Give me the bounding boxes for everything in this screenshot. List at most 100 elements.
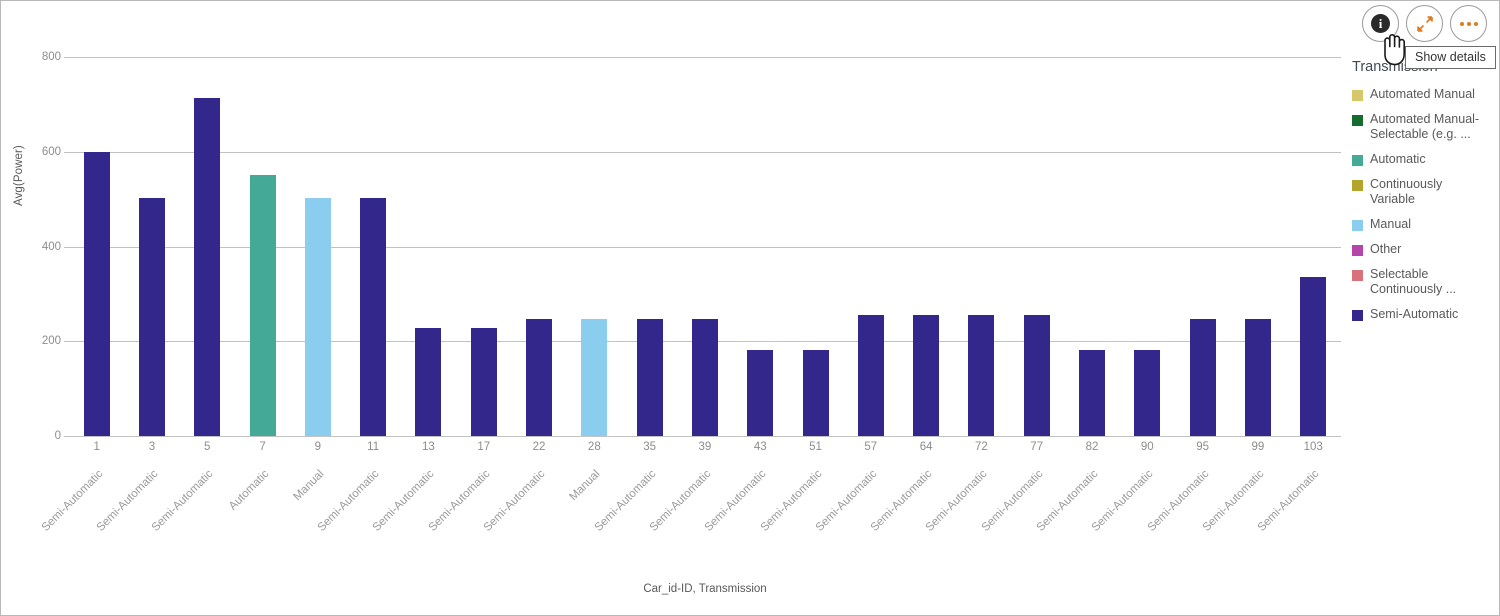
- bar-slot[interactable]: [180, 57, 235, 436]
- x-tick-id-label[interactable]: 82: [1064, 441, 1119, 453]
- bar-slot[interactable]: [235, 57, 290, 436]
- bar-slot[interactable]: [345, 57, 400, 436]
- x-tick-id-label[interactable]: 5: [180, 441, 235, 453]
- legend-items[interactable]: Automated Manual Automated Manual-Selecta…: [1352, 87, 1497, 322]
- bar[interactable]: [1244, 318, 1271, 436]
- bar[interactable]: [581, 318, 608, 436]
- bar-slot[interactable]: [1230, 57, 1285, 436]
- x-tick-category-label[interactable]: Manual: [291, 468, 326, 503]
- bar-slot[interactable]: [954, 57, 1009, 436]
- bar[interactable]: [360, 197, 387, 436]
- bar[interactable]: [415, 328, 442, 436]
- x-tick-id-label[interactable]: 72: [954, 441, 1009, 453]
- bar[interactable]: [1189, 318, 1216, 436]
- fullscreen-button[interactable]: [1406, 5, 1443, 42]
- bar[interactable]: [138, 197, 165, 436]
- legend-item[interactable]: Automatic: [1352, 152, 1497, 167]
- y-axis-title: Avg(Power): [13, 145, 25, 206]
- legend-item-label: Other: [1370, 242, 1402, 256]
- x-axis-tick[interactable]: 22 Semi-Automatic: [482, 438, 566, 578]
- x-axis-tick[interactable]: 7 Automatic: [226, 438, 290, 578]
- bar[interactable]: [1078, 349, 1105, 436]
- y-tick-label: 400: [41, 240, 61, 253]
- x-tick-id-label[interactable]: 90: [1120, 441, 1175, 453]
- bar[interactable]: [857, 315, 884, 436]
- bar-series[interactable]: [69, 57, 1341, 436]
- legend-item[interactable]: Other: [1352, 242, 1497, 257]
- bar[interactable]: [747, 349, 774, 436]
- bar-slot[interactable]: [401, 57, 456, 436]
- x-tick-id-label[interactable]: 3: [124, 441, 179, 453]
- x-tick-id-label[interactable]: 13: [401, 441, 456, 453]
- bar-slot[interactable]: [622, 57, 677, 436]
- bar[interactable]: [913, 315, 940, 436]
- bar[interactable]: [194, 98, 221, 436]
- bar-slot[interactable]: [1064, 57, 1119, 436]
- x-tick-id-label[interactable]: 39: [677, 441, 732, 453]
- bar-slot[interactable]: [843, 57, 898, 436]
- bar-slot[interactable]: [1009, 57, 1064, 436]
- bar[interactable]: [691, 318, 718, 436]
- bar-slot[interactable]: [1120, 57, 1175, 436]
- x-tick-id-label[interactable]: 51: [788, 441, 843, 453]
- x-tick-id-label[interactable]: 28: [567, 441, 622, 453]
- x-tick-id-label[interactable]: 17: [456, 441, 511, 453]
- x-tick-category-label[interactable]: Manual: [568, 468, 603, 503]
- x-tick-id-label[interactable]: 57: [843, 441, 898, 453]
- legend-swatch: [1352, 115, 1363, 126]
- bar-slot[interactable]: [1286, 57, 1341, 436]
- gridline: [69, 436, 1341, 437]
- bar-slot[interactable]: [69, 57, 124, 436]
- bar-slot[interactable]: [567, 57, 622, 436]
- legend-item[interactable]: Selectable Continuously ...: [1352, 267, 1497, 297]
- bar-slot[interactable]: [733, 57, 788, 436]
- bar-slot[interactable]: [677, 57, 732, 436]
- x-tick-id-label[interactable]: 9: [290, 441, 345, 453]
- bar[interactable]: [526, 318, 553, 436]
- bar-slot[interactable]: [511, 57, 566, 436]
- x-axis-title: Car_id-ID, Transmission: [643, 583, 767, 595]
- legend-item[interactable]: Automated Manual: [1352, 87, 1497, 102]
- bar[interactable]: [304, 197, 331, 436]
- bar[interactable]: [1300, 277, 1327, 436]
- x-tick-id-label[interactable]: 64: [898, 441, 953, 453]
- bar-slot[interactable]: [456, 57, 511, 436]
- legend-item[interactable]: Automated Manual-Selectable (e.g. ...: [1352, 112, 1497, 142]
- bar-slot[interactable]: [898, 57, 953, 436]
- x-axis-tick[interactable]: 5 Semi-Automatic: [150, 438, 235, 578]
- legend[interactable]: Transmission Automated Manual Automated M…: [1352, 59, 1497, 332]
- more-options-button[interactable]: [1450, 5, 1487, 42]
- legend-item[interactable]: Manual: [1352, 217, 1497, 232]
- bar[interactable]: [1023, 315, 1050, 436]
- legend-item[interactable]: Semi-Automatic: [1352, 307, 1497, 322]
- x-tick-id-label[interactable]: 77: [1009, 441, 1064, 453]
- bar[interactable]: [968, 315, 995, 436]
- bar[interactable]: [83, 151, 110, 436]
- bar[interactable]: [1134, 349, 1161, 436]
- x-tick-id-label[interactable]: 43: [733, 441, 788, 453]
- x-tick-id-label[interactable]: 22: [511, 441, 566, 453]
- show-details-button[interactable]: i: [1362, 5, 1399, 42]
- bar-slot[interactable]: [290, 57, 345, 436]
- bar[interactable]: [636, 318, 663, 436]
- x-axis-labels[interactable]: 1 Semi-Automatic 3 Semi-Automatic 5 Semi-Auto…: [39, 438, 1341, 578]
- bar-chart[interactable]: Avg(Power) 0 200 400 600 800 1 Semi-Automatic…: [1, 1, 1346, 615]
- x-tick-id-label[interactable]: 103: [1286, 441, 1341, 453]
- chart-toolbar[interactable]: i: [1362, 5, 1487, 42]
- bar-slot[interactable]: [788, 57, 843, 436]
- x-axis-tick[interactable]: 103 Semi-Automatic: [1256, 438, 1341, 578]
- legend-item-label: Continuously Variable: [1370, 177, 1443, 206]
- x-tick-id-label[interactable]: 1: [69, 441, 124, 453]
- x-tick-id-label[interactable]: 35: [622, 441, 677, 453]
- bar[interactable]: [249, 175, 276, 436]
- x-tick-id-label[interactable]: 99: [1230, 441, 1285, 453]
- bar[interactable]: [802, 349, 829, 436]
- x-tick-id-label[interactable]: 11: [345, 441, 400, 453]
- x-tick-id-label[interactable]: 95: [1175, 441, 1230, 453]
- legend-item-label: Manual: [1370, 217, 1411, 231]
- bar-slot[interactable]: [1175, 57, 1230, 436]
- legend-item[interactable]: Continuously Variable: [1352, 177, 1497, 207]
- bar-slot[interactable]: [124, 57, 179, 436]
- bar[interactable]: [470, 328, 497, 436]
- x-tick-id-label[interactable]: 7: [235, 441, 290, 453]
